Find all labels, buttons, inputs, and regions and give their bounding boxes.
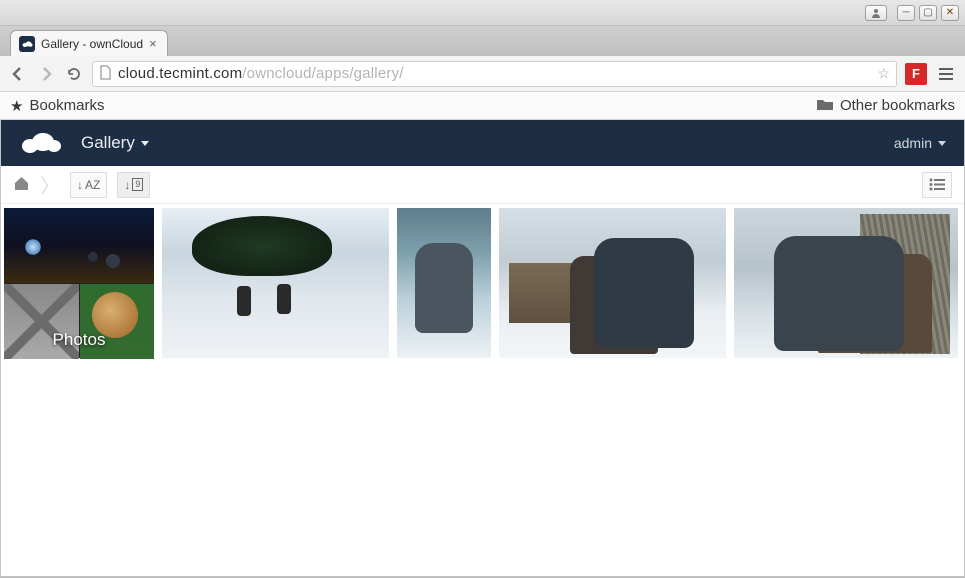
owncloud-logo-icon[interactable] [19, 130, 63, 157]
calendar-icon: 9 [132, 178, 143, 191]
sort-az-label: AZ [85, 178, 100, 192]
gallery-photo[interactable] [499, 208, 726, 358]
browser-tab[interactable]: Gallery - ownCloud × [10, 30, 168, 56]
close-icon: ✕ [946, 7, 954, 18]
bookmark-star-icon[interactable]: ☆ [877, 65, 890, 82]
home-icon [13, 175, 30, 191]
gallery-photo[interactable] [734, 208, 958, 358]
person-icon [870, 7, 882, 19]
url-path: /owncloud/apps/gallery/ [242, 65, 403, 82]
owncloud-app: Gallery admin 〉 ↓AZ ↓ 9 Photos [0, 120, 965, 577]
list-view-button[interactable] [922, 172, 952, 198]
browser-menu-button[interactable] [935, 63, 957, 85]
maximize-icon: ▢ [923, 7, 932, 18]
tab-title: Gallery - ownCloud [41, 37, 143, 51]
user-menu[interactable]: admin [894, 135, 946, 151]
app-name: Gallery [81, 133, 135, 153]
breadcrumb-home[interactable] [13, 175, 30, 194]
other-bookmarks-label: Other bookmarks [840, 97, 955, 114]
folder-icon [816, 97, 834, 115]
gallery-photo[interactable] [162, 208, 389, 358]
bookmarks-label: Bookmarks [29, 97, 104, 114]
os-maximize-button[interactable]: ▢ [919, 5, 937, 21]
sort-date-button[interactable]: ↓ 9 [117, 172, 150, 198]
gallery-photo[interactable] [397, 208, 491, 358]
bookmarks-bar: ★ Bookmarks Other bookmarks [0, 92, 965, 120]
bookmarks-button[interactable]: ★ Bookmarks [10, 97, 104, 115]
gallery-toolbar: 〉 ↓AZ ↓ 9 [1, 166, 964, 204]
list-icon [929, 178, 945, 191]
arrow-left-icon [10, 66, 26, 82]
other-bookmarks-button[interactable]: Other bookmarks [816, 97, 955, 115]
nav-reload-button[interactable] [64, 64, 84, 84]
owncloud-header: Gallery admin [1, 120, 964, 166]
browser-toolbar: cloud.tecmint.com/owncloud/apps/gallery/… [0, 56, 965, 92]
sort-arrow-icon: ↓ [77, 178, 83, 192]
tab-close-icon[interactable]: × [149, 36, 157, 51]
app-switcher[interactable]: Gallery [81, 133, 149, 153]
reload-icon [66, 66, 82, 82]
url-text: cloud.tecmint.com/owncloud/apps/gallery/ [118, 65, 404, 82]
caret-down-icon [938, 141, 946, 146]
flipboard-icon: F [912, 66, 920, 81]
nav-forward-button[interactable] [36, 64, 56, 84]
owncloud-favicon-icon [19, 36, 35, 52]
os-titlebar: ─ ▢ ✕ [0, 0, 965, 26]
caret-down-icon [141, 141, 149, 146]
album-thumb [4, 208, 154, 283]
os-user-button[interactable] [865, 5, 887, 21]
breadcrumb-separator-icon: 〉 [40, 170, 60, 199]
sort-name-button[interactable]: ↓AZ [70, 172, 107, 198]
address-bar[interactable]: cloud.tecmint.com/owncloud/apps/gallery/… [92, 61, 897, 87]
url-host: cloud.tecmint.com [118, 65, 242, 82]
os-minimize-button[interactable]: ─ [897, 5, 915, 21]
os-close-button[interactable]: ✕ [941, 5, 959, 21]
browser-tab-strip: Gallery - ownCloud × [0, 26, 965, 56]
album-label: Photos [4, 330, 154, 350]
flipboard-extension-button[interactable]: F [905, 63, 927, 85]
page-icon [99, 65, 112, 83]
nav-back-button[interactable] [8, 64, 28, 84]
star-icon: ★ [10, 97, 23, 115]
minimize-icon: ─ [902, 7, 909, 18]
gallery-grid: Photos [1, 204, 964, 576]
hamburger-icon [938, 67, 954, 81]
user-name: admin [894, 135, 932, 151]
album-photos[interactable]: Photos [4, 208, 154, 358]
sort-arrow-icon: ↓ [124, 178, 130, 192]
arrow-right-icon [38, 66, 54, 82]
